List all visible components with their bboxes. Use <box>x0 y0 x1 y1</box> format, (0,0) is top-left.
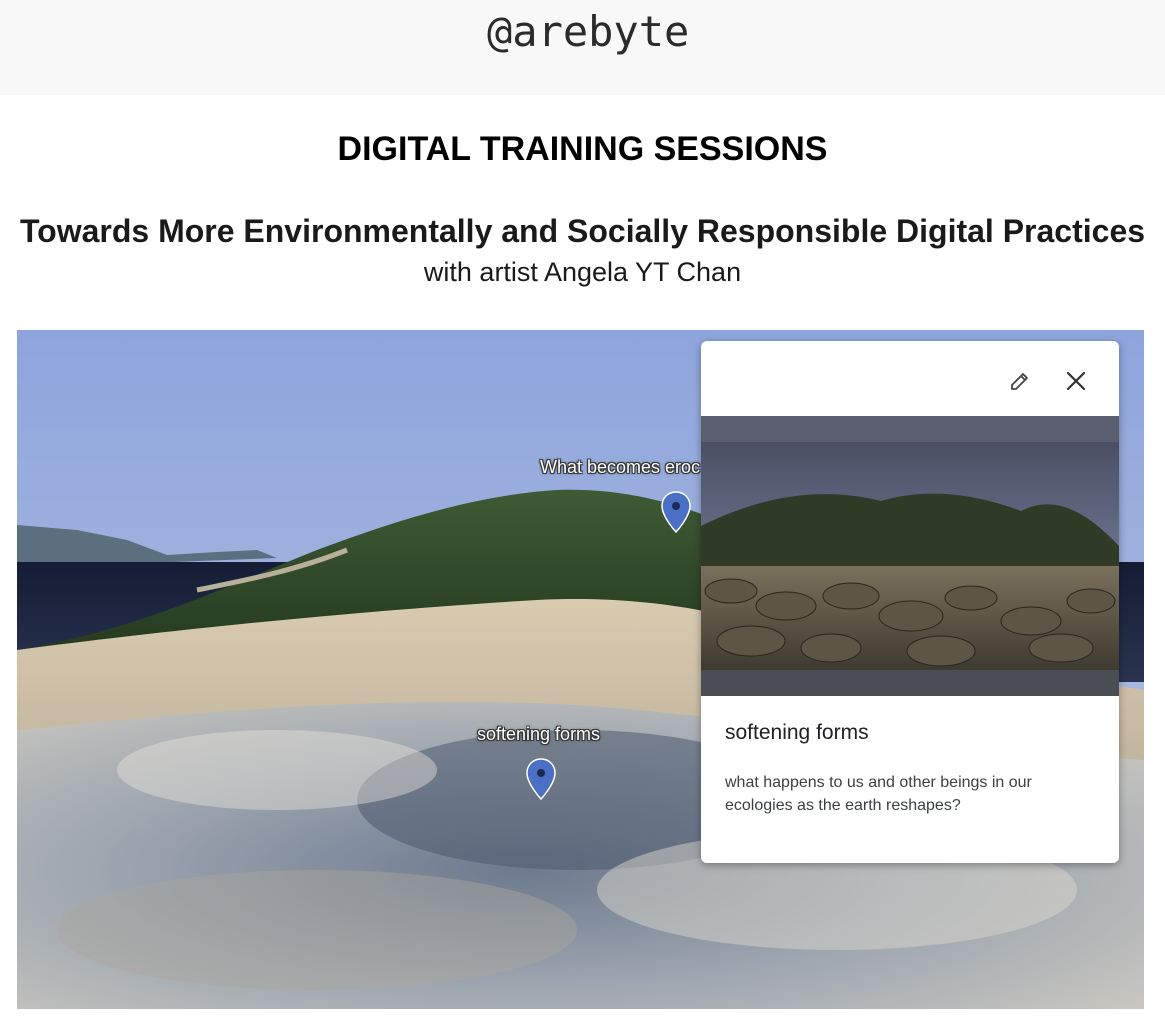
card-toolbar <box>701 341 1119 416</box>
close-icon <box>1066 371 1086 391</box>
edit-button[interactable] <box>1002 363 1038 399</box>
page-title: DIGITAL TRAINING SESSIONS <box>337 130 828 168</box>
close-button[interactable] <box>1058 363 1094 399</box>
pin-label-eroded[interactable]: What becomes eroc <box>540 457 700 478</box>
session-title: Towards More Environmentally and Sociall… <box>19 213 1146 249</box>
map-pin-icon[interactable] <box>526 758 556 800</box>
pencil-icon <box>1011 373 1028 390</box>
card-heading: softening forms <box>725 721 869 744</box>
place-info-card: softening forms what happens to us and o… <box>701 341 1119 863</box>
site-header: @arebyte <box>0 0 1165 95</box>
arebyte-logo[interactable]: @arebyte <box>487 4 689 60</box>
card-description: what happens to us and other beings in o… <box>725 774 1032 814</box>
map-pin-icon[interactable] <box>661 491 691 533</box>
artist-byline: with artist Angela YT Chan <box>423 257 742 287</box>
pin-label-softening[interactable]: softening forms <box>477 724 600 745</box>
place-photo[interactable] <box>701 416 1119 696</box>
